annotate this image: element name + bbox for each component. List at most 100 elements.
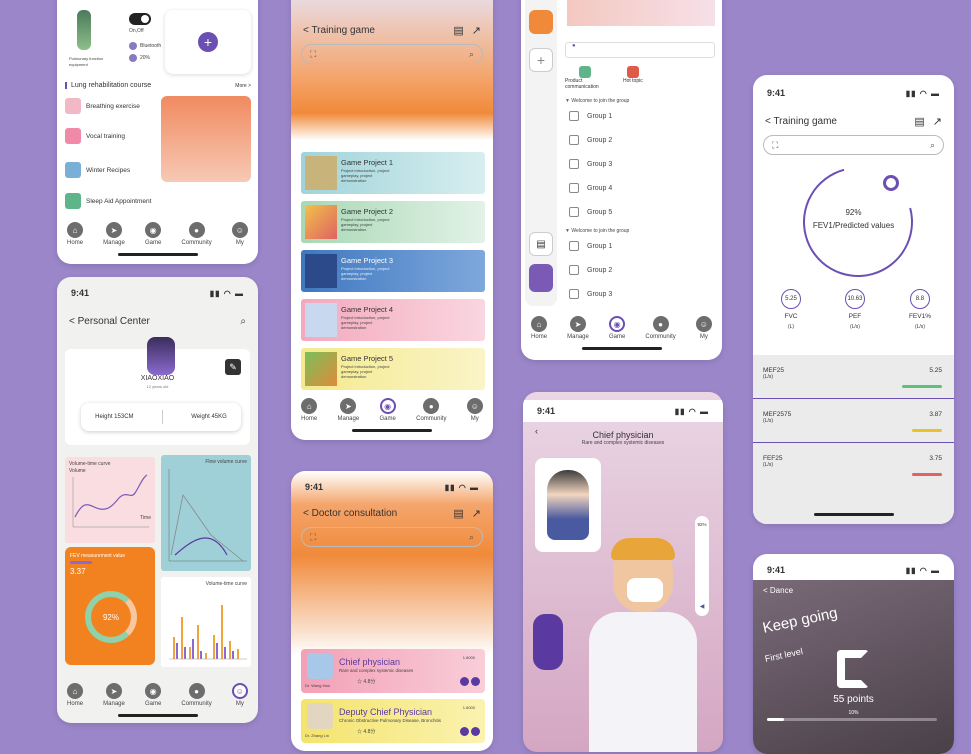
game-avatar[interactable]	[529, 10, 553, 34]
edit-button[interactable]: ✎	[225, 359, 241, 375]
search-bar[interactable]: ⛶ ⌕	[763, 135, 944, 155]
toggle-label: On,Off	[129, 28, 144, 34]
height-value: Height 153CM	[95, 414, 134, 420]
more-link[interactable]: More >	[235, 83, 251, 89]
group-item[interactable]: Group 2	[559, 128, 715, 152]
search-bar[interactable]: ⛶ ⌕	[301, 44, 483, 64]
gamepad-icon: ◉	[379, 398, 396, 414]
nav-manage[interactable]: ➤ Manage	[567, 316, 589, 340]
game-list: Game Project 1 Project introduction, pro…	[301, 152, 485, 397]
group-item[interactable]: Group 4	[559, 176, 715, 200]
game-item[interactable]: Game Project 5 Project introduction, pro…	[301, 348, 485, 390]
add-device-card[interactable]: +	[165, 10, 251, 74]
power-toggle[interactable]	[129, 13, 151, 25]
share-icon[interactable]: ↗	[933, 115, 942, 128]
game-thumbnail	[305, 352, 337, 386]
game-item[interactable]: Game Project 3 Project introduction, pro…	[301, 250, 485, 292]
group-item[interactable]: Group 5	[559, 200, 715, 224]
bottom-nav: ⌂ Home ➤ Manage ◉ Game ● Community ☺ My	[57, 222, 258, 246]
nav-game[interactable]: ◉ Game	[609, 316, 625, 340]
nav-game[interactable]: ◉ Game	[379, 398, 396, 422]
nav-home[interactable]: ⌂ Home	[531, 316, 547, 340]
add-icon[interactable]: +	[529, 48, 553, 72]
doctor-card[interactable]: Deputy Chief Physician Chronic Obstructi…	[301, 699, 485, 743]
message-icon[interactable]	[460, 727, 469, 736]
notes-icon[interactable]: ▤	[453, 24, 463, 37]
nav-my[interactable]: ☺ My	[231, 683, 248, 707]
search-icon[interactable]: ⌕	[469, 49, 474, 60]
nav-community[interactable]: ● Community	[645, 316, 676, 340]
nav-manage[interactable]: ➤ Manage	[337, 398, 359, 422]
page-title[interactable]: < Training game	[303, 25, 375, 36]
scan-icon[interactable]: ⛶	[310, 49, 316, 60]
course-item[interactable]: Vocal training	[65, 128, 125, 144]
tab-product-communication[interactable]: Product communication	[565, 66, 605, 90]
course-item[interactable]: Winter Recipes	[65, 162, 130, 178]
doctor-card[interactable]: Chief physician Rare and complex systemi…	[301, 649, 485, 693]
nav-game[interactable]: ◉ Game	[145, 683, 161, 707]
header: < Training game ▤ ↗	[753, 111, 954, 131]
signal-icon: ▮▮ ◠ ▬	[209, 288, 244, 298]
status-bar: 9:41 ▮▮ ◠ ▬	[767, 565, 940, 575]
nav-community[interactable]: ● Community	[416, 398, 446, 422]
call-icon[interactable]	[471, 677, 480, 686]
nav-my[interactable]: ☺ My	[231, 222, 248, 246]
flow-volume-chart: Flow volume curve	[161, 455, 251, 571]
add-icon: +	[198, 32, 218, 52]
game-item[interactable]: Game Project 1 Project introduction, pro…	[301, 152, 485, 194]
page-title[interactable]: < Dance	[763, 586, 793, 595]
nav-manage[interactable]: ➤ Manage	[103, 222, 125, 246]
chat-icon: ●	[652, 316, 669, 332]
chat-icon: ●	[188, 683, 205, 699]
group-item[interactable]: Group 3	[559, 282, 715, 306]
course-item[interactable]: Sleep Aid Appointment	[65, 193, 151, 209]
game-canvas[interactable]: < Dance Keep going First level 55 points…	[753, 580, 954, 754]
group-item[interactable]: Group 3	[559, 152, 715, 176]
game-item[interactable]: Game Project 4 Project introduction, pro…	[301, 299, 485, 341]
search-icon[interactable]: ⌕	[240, 316, 246, 327]
chat-icon[interactable]: ▤	[529, 232, 553, 256]
search-icon[interactable]: ⌕	[930, 140, 935, 151]
group-item[interactable]: Group 1	[559, 104, 715, 128]
group-item[interactable]: Group 1	[559, 234, 715, 258]
nav-home[interactable]: ⌂ Home	[301, 398, 317, 422]
page-title[interactable]: < Doctor consultation	[303, 508, 397, 519]
search-icon[interactable]: ⌕	[469, 532, 474, 543]
nav-my[interactable]: ☺ My	[695, 316, 712, 340]
game-item[interactable]: Game Project 2 Project introduction, pro…	[301, 201, 485, 243]
course-item[interactable]: Breathing exercise	[65, 98, 140, 114]
avatar[interactable]	[529, 264, 553, 292]
nav-community[interactable]: ● Community	[181, 222, 212, 246]
page-title[interactable]: < Personal Center	[69, 316, 150, 327]
call-icon[interactable]	[471, 727, 480, 736]
nav-community[interactable]: ● Community	[181, 683, 212, 707]
notes-icon[interactable]: ▤	[914, 115, 924, 128]
page-title[interactable]: < Training game	[765, 116, 837, 127]
game-thumbnail	[305, 205, 337, 239]
nav-manage[interactable]: ➤ Manage	[103, 683, 125, 707]
game-thumbnail	[305, 303, 337, 337]
scan-icon[interactable]: ⛶	[310, 532, 316, 543]
nav-home[interactable]: ⌂ Home	[67, 683, 83, 707]
message-icon[interactable]	[460, 677, 469, 686]
group-item[interactable]: Group 2	[559, 258, 715, 282]
nav-home[interactable]: ⌂ Home	[67, 222, 83, 246]
notes-icon[interactable]: ▤	[453, 507, 463, 520]
share-icon[interactable]: ↗	[472, 24, 481, 37]
scan-icon[interactable]: ⛶	[772, 140, 778, 151]
ring-handle[interactable]	[883, 175, 899, 191]
tab-hot-topic[interactable]: Hot topic	[623, 66, 643, 90]
metric-row: 5.25 FVC (L) 10.63 PEF (L/s) 8.8 FEV1% (L/s)	[781, 289, 931, 330]
star-icon: ☆	[357, 679, 363, 685]
user-icon: ☺	[695, 316, 712, 332]
signal-icon: ▮▮ ◠ ▬	[674, 406, 709, 416]
banner-search[interactable]: ●	[565, 42, 715, 58]
header: < Training game ▤ ↗	[291, 20, 493, 40]
search-bar[interactable]: ⛶ ⌕	[301, 527, 483, 547]
progress-label: 10%	[848, 710, 859, 716]
nav-my[interactable]: ☺ My	[466, 398, 483, 422]
nav-game[interactable]: ◉ Game	[145, 222, 161, 246]
share-icon[interactable]: ↗	[472, 507, 481, 520]
recipe-icon	[65, 162, 81, 178]
side-rail: + ▤	[525, 0, 557, 306]
